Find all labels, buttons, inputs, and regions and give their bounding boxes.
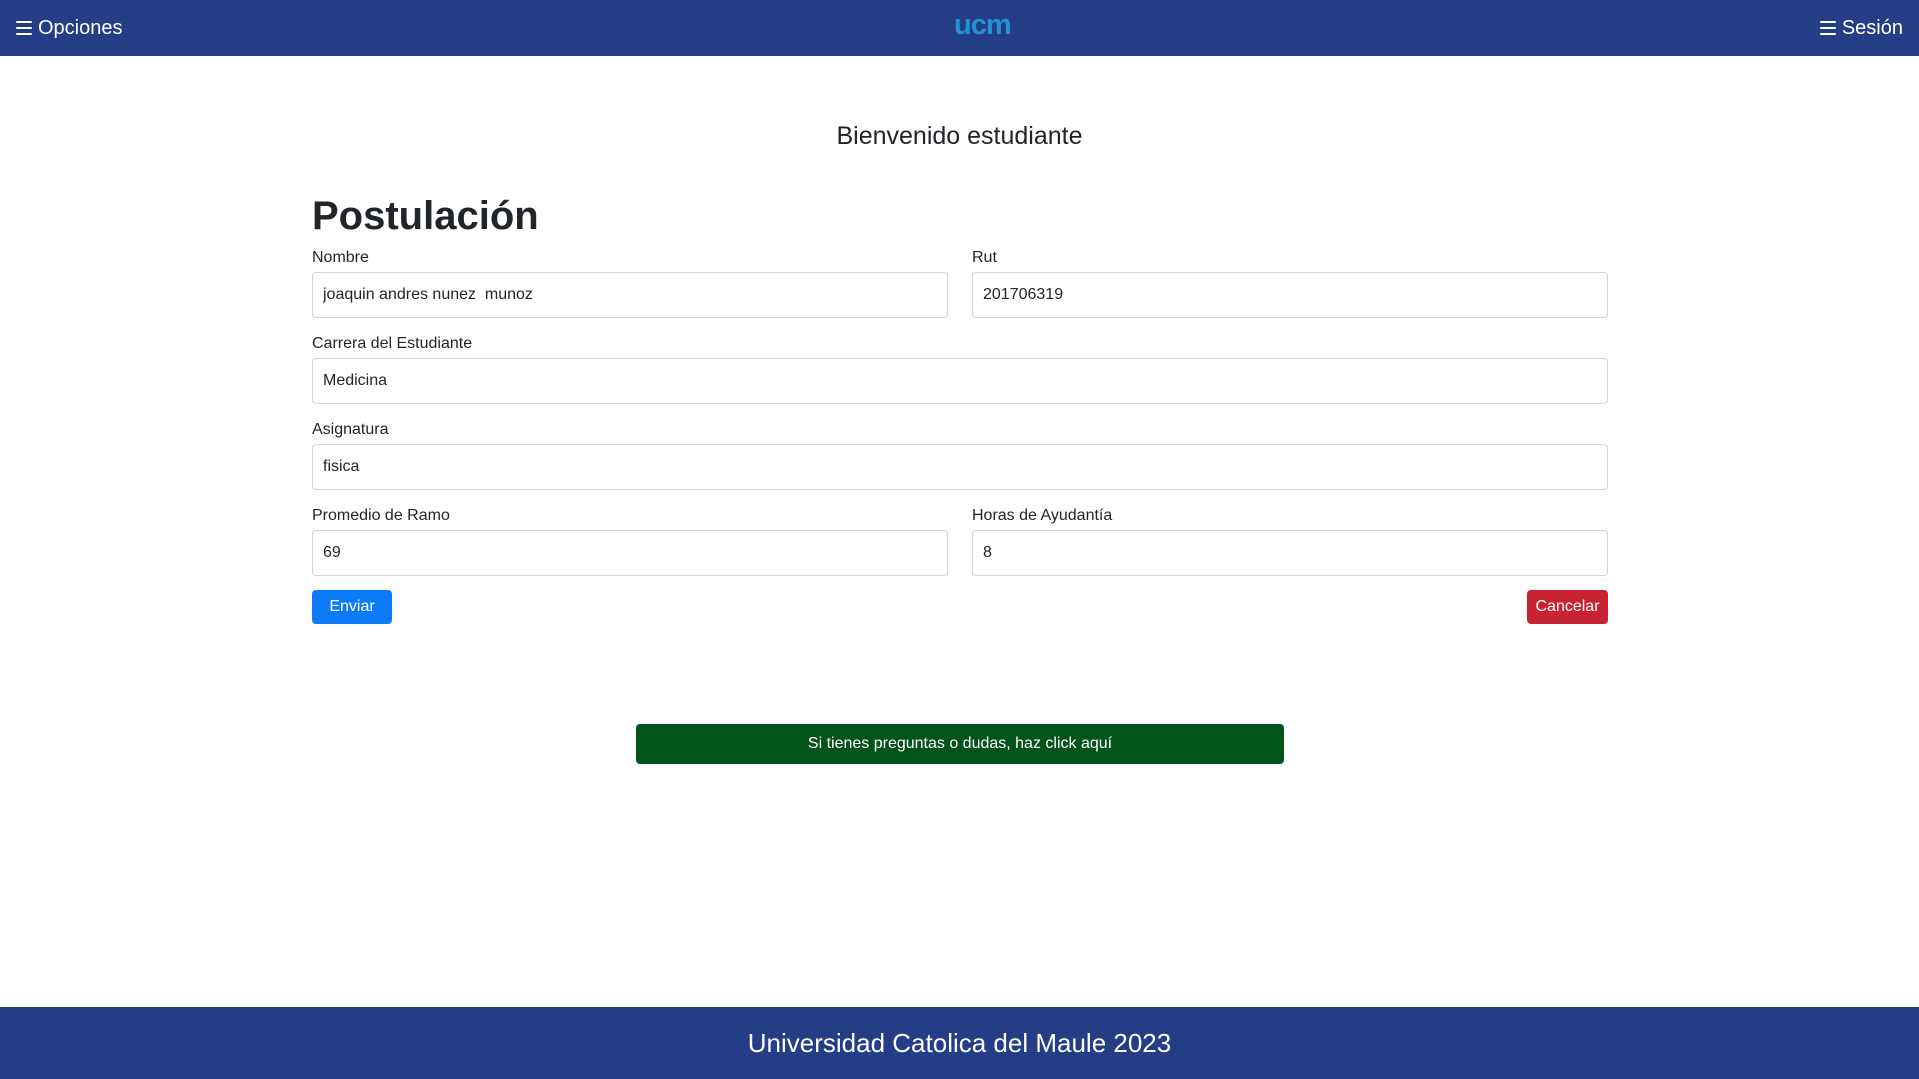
rut-label: Rut bbox=[972, 249, 997, 266]
asignatura-input[interactable] bbox=[312, 444, 1608, 490]
nombre-input[interactable] bbox=[312, 272, 948, 318]
horas-label: Horas de Ayudantía bbox=[972, 507, 1113, 524]
submit-button[interactable]: Enviar bbox=[312, 590, 392, 624]
options-menu-button[interactable]: Opciones bbox=[16, 0, 123, 56]
top-navbar: Opciones ucm Sesión bbox=[0, 0, 1919, 56]
cancel-button[interactable]: Cancelar bbox=[1527, 590, 1608, 624]
form-title: Postulación bbox=[312, 194, 539, 238]
nombre-field-group: Nombre bbox=[312, 248, 948, 318]
nombre-label: Nombre bbox=[312, 249, 369, 266]
horas-input[interactable] bbox=[972, 530, 1608, 576]
footer: Universidad Catolica del Maule 2023 bbox=[0, 1007, 1919, 1079]
asignatura-field-group: Asignatura bbox=[312, 420, 1608, 490]
help-button[interactable]: Si tienes preguntas o dudas, haz click a… bbox=[636, 724, 1284, 764]
session-menu-button[interactable]: Sesión bbox=[1819, 0, 1903, 56]
promedio-input[interactable] bbox=[312, 530, 948, 576]
welcome-heading: Bienvenido estudiante bbox=[836, 122, 1083, 150]
footer-text: Universidad Catolica del Maule 2023 bbox=[747, 1027, 1172, 1058]
hamburger-menu-icon bbox=[1819, 21, 1836, 35]
rut-field-group: Rut bbox=[972, 248, 1608, 318]
carrera-input[interactable] bbox=[312, 358, 1608, 404]
hamburger-menu-icon bbox=[16, 21, 32, 35]
session-menu-label: Sesión bbox=[1841, 16, 1903, 39]
carrera-field-group: Carrera del Estudiante bbox=[312, 334, 1608, 404]
rut-input[interactable] bbox=[972, 272, 1608, 318]
ucm-logo[interactable]: ucm bbox=[954, 10, 1012, 40]
promedio-field-group: Promedio de Ramo bbox=[312, 506, 948, 576]
asignatura-label: Asignatura bbox=[312, 421, 389, 438]
options-menu-label: Opciones bbox=[38, 16, 123, 39]
horas-field-group: Horas de Ayudantía bbox=[972, 506, 1608, 576]
promedio-label: Promedio de Ramo bbox=[312, 507, 450, 524]
carrera-label: Carrera del Estudiante bbox=[312, 335, 473, 352]
